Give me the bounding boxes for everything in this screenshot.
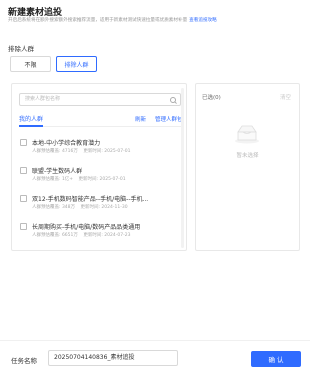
audience-coverage: 人群预估覆盖: 1亿+ xyxy=(32,177,74,182)
audience-coverage: 人群预估覆盖: 6651万 xyxy=(32,233,78,238)
search-placeholder: 搜索人群包名称 xyxy=(25,96,61,102)
audience-name: 双12-手机数码智能产品--手机/电脑--手机... xyxy=(32,196,149,203)
audience-scrollbar[interactable] xyxy=(181,88,184,248)
audience-updated: 更新时间: 2025-07-01 xyxy=(78,177,126,182)
manage-audiences-link[interactable]: 管理人群包 xyxy=(155,115,183,123)
clear-button[interactable]: 清空 xyxy=(280,93,291,101)
audience-item[interactable]: 双12-手机数码智能产品--手机/电脑--手机... 人群预估覆盖: 348万 … xyxy=(19,194,179,216)
option-exclude-button[interactable]: 排除人群 xyxy=(56,56,97,72)
audience-name: 联盟-学生数码人群 xyxy=(32,168,83,175)
audience-meta: 人群预估覆盖: 348万 更新时间: 2024-11-30 xyxy=(32,204,132,210)
audience-item[interactable]: 本地-中小学综合教育潜力 人群预估覆盖: 4716万 更新时间: 2025-07… xyxy=(19,138,179,160)
audience-item[interactable]: 联盟-学生数码人群 人群预估覆盖: 1亿+ 更新时间: 2025-07-01 xyxy=(19,166,179,188)
audience-updated: 更新时间: 2024-11-30 xyxy=(80,205,128,210)
audience-item[interactable]: 长周期购买-手机/电脑/数码产品品类通用 人群预估覆盖: 6651万 更新时间:… xyxy=(19,222,179,244)
search-icon[interactable] xyxy=(170,97,176,103)
audience-checkbox[interactable] xyxy=(20,139,27,146)
exclude-label: 排除人群 xyxy=(8,45,34,53)
task-name-label: 任务名称 xyxy=(11,357,37,365)
audience-search-input[interactable]: 搜索人群包名称 xyxy=(19,93,181,106)
audience-checkbox[interactable] xyxy=(20,167,27,174)
audience-panel: 搜索人群包名称 我的人群 刷新 管理人群包 本地-中小学综合教育潜力 人群预估覆… xyxy=(11,83,187,251)
task-name-input[interactable]: 20250704140836_素材追投 xyxy=(48,350,178,366)
audience-checkbox[interactable] xyxy=(20,223,27,230)
guide-link[interactable]: 查看追投攻略 xyxy=(189,18,217,23)
audience-updated: 更新时间: 2025-07-01 xyxy=(83,149,131,154)
audience-name: 长周期购买-手机/电脑/数码产品品类通用 xyxy=(32,224,141,231)
option-unlimited-button[interactable]: 不限 xyxy=(10,56,51,72)
empty-box-icon xyxy=(235,125,259,144)
dialog-subtitle: 开启后系统将在额外搜索额外搜索推荐流量，适用于新素材测试快速拉量或优质素材补量查… xyxy=(8,17,217,23)
audience-name: 本地-中小学综合教育潜力 xyxy=(32,140,101,147)
footer-divider xyxy=(0,340,310,341)
tab-my-audiences[interactable]: 我的人群 xyxy=(19,114,44,127)
audience-updated: 更新时间: 2024-07-23 xyxy=(83,233,131,238)
selected-panel: 已选(0) 清空 暂未选择 xyxy=(195,83,300,251)
subtitle-text: 开启后系统将在额外搜索额外搜索推荐流量，适用于新素材测试快速拉量或优质素材补量 xyxy=(8,18,188,23)
refresh-link[interactable]: 刷新 xyxy=(135,115,146,123)
audience-tabs: 我的人群 刷新 管理人群包 xyxy=(19,113,183,127)
audience-meta: 人群预估覆盖: 4716万 更新时间: 2025-07-01 xyxy=(32,148,134,154)
audience-coverage: 人群预估覆盖: 4716万 xyxy=(32,149,78,154)
confirm-button[interactable]: 确 认 xyxy=(251,351,301,367)
audience-meta: 人群预估覆盖: 6651万 更新时间: 2024-07-23 xyxy=(32,232,134,238)
empty-text: 暂未选择 xyxy=(236,153,259,159)
audience-coverage: 人群预估覆盖: 348万 xyxy=(32,205,76,210)
audience-meta: 人群预估覆盖: 1亿+ 更新时间: 2025-07-01 xyxy=(32,176,130,182)
selected-count: 已选(0) xyxy=(202,95,221,101)
audience-checkbox[interactable] xyxy=(20,195,27,202)
